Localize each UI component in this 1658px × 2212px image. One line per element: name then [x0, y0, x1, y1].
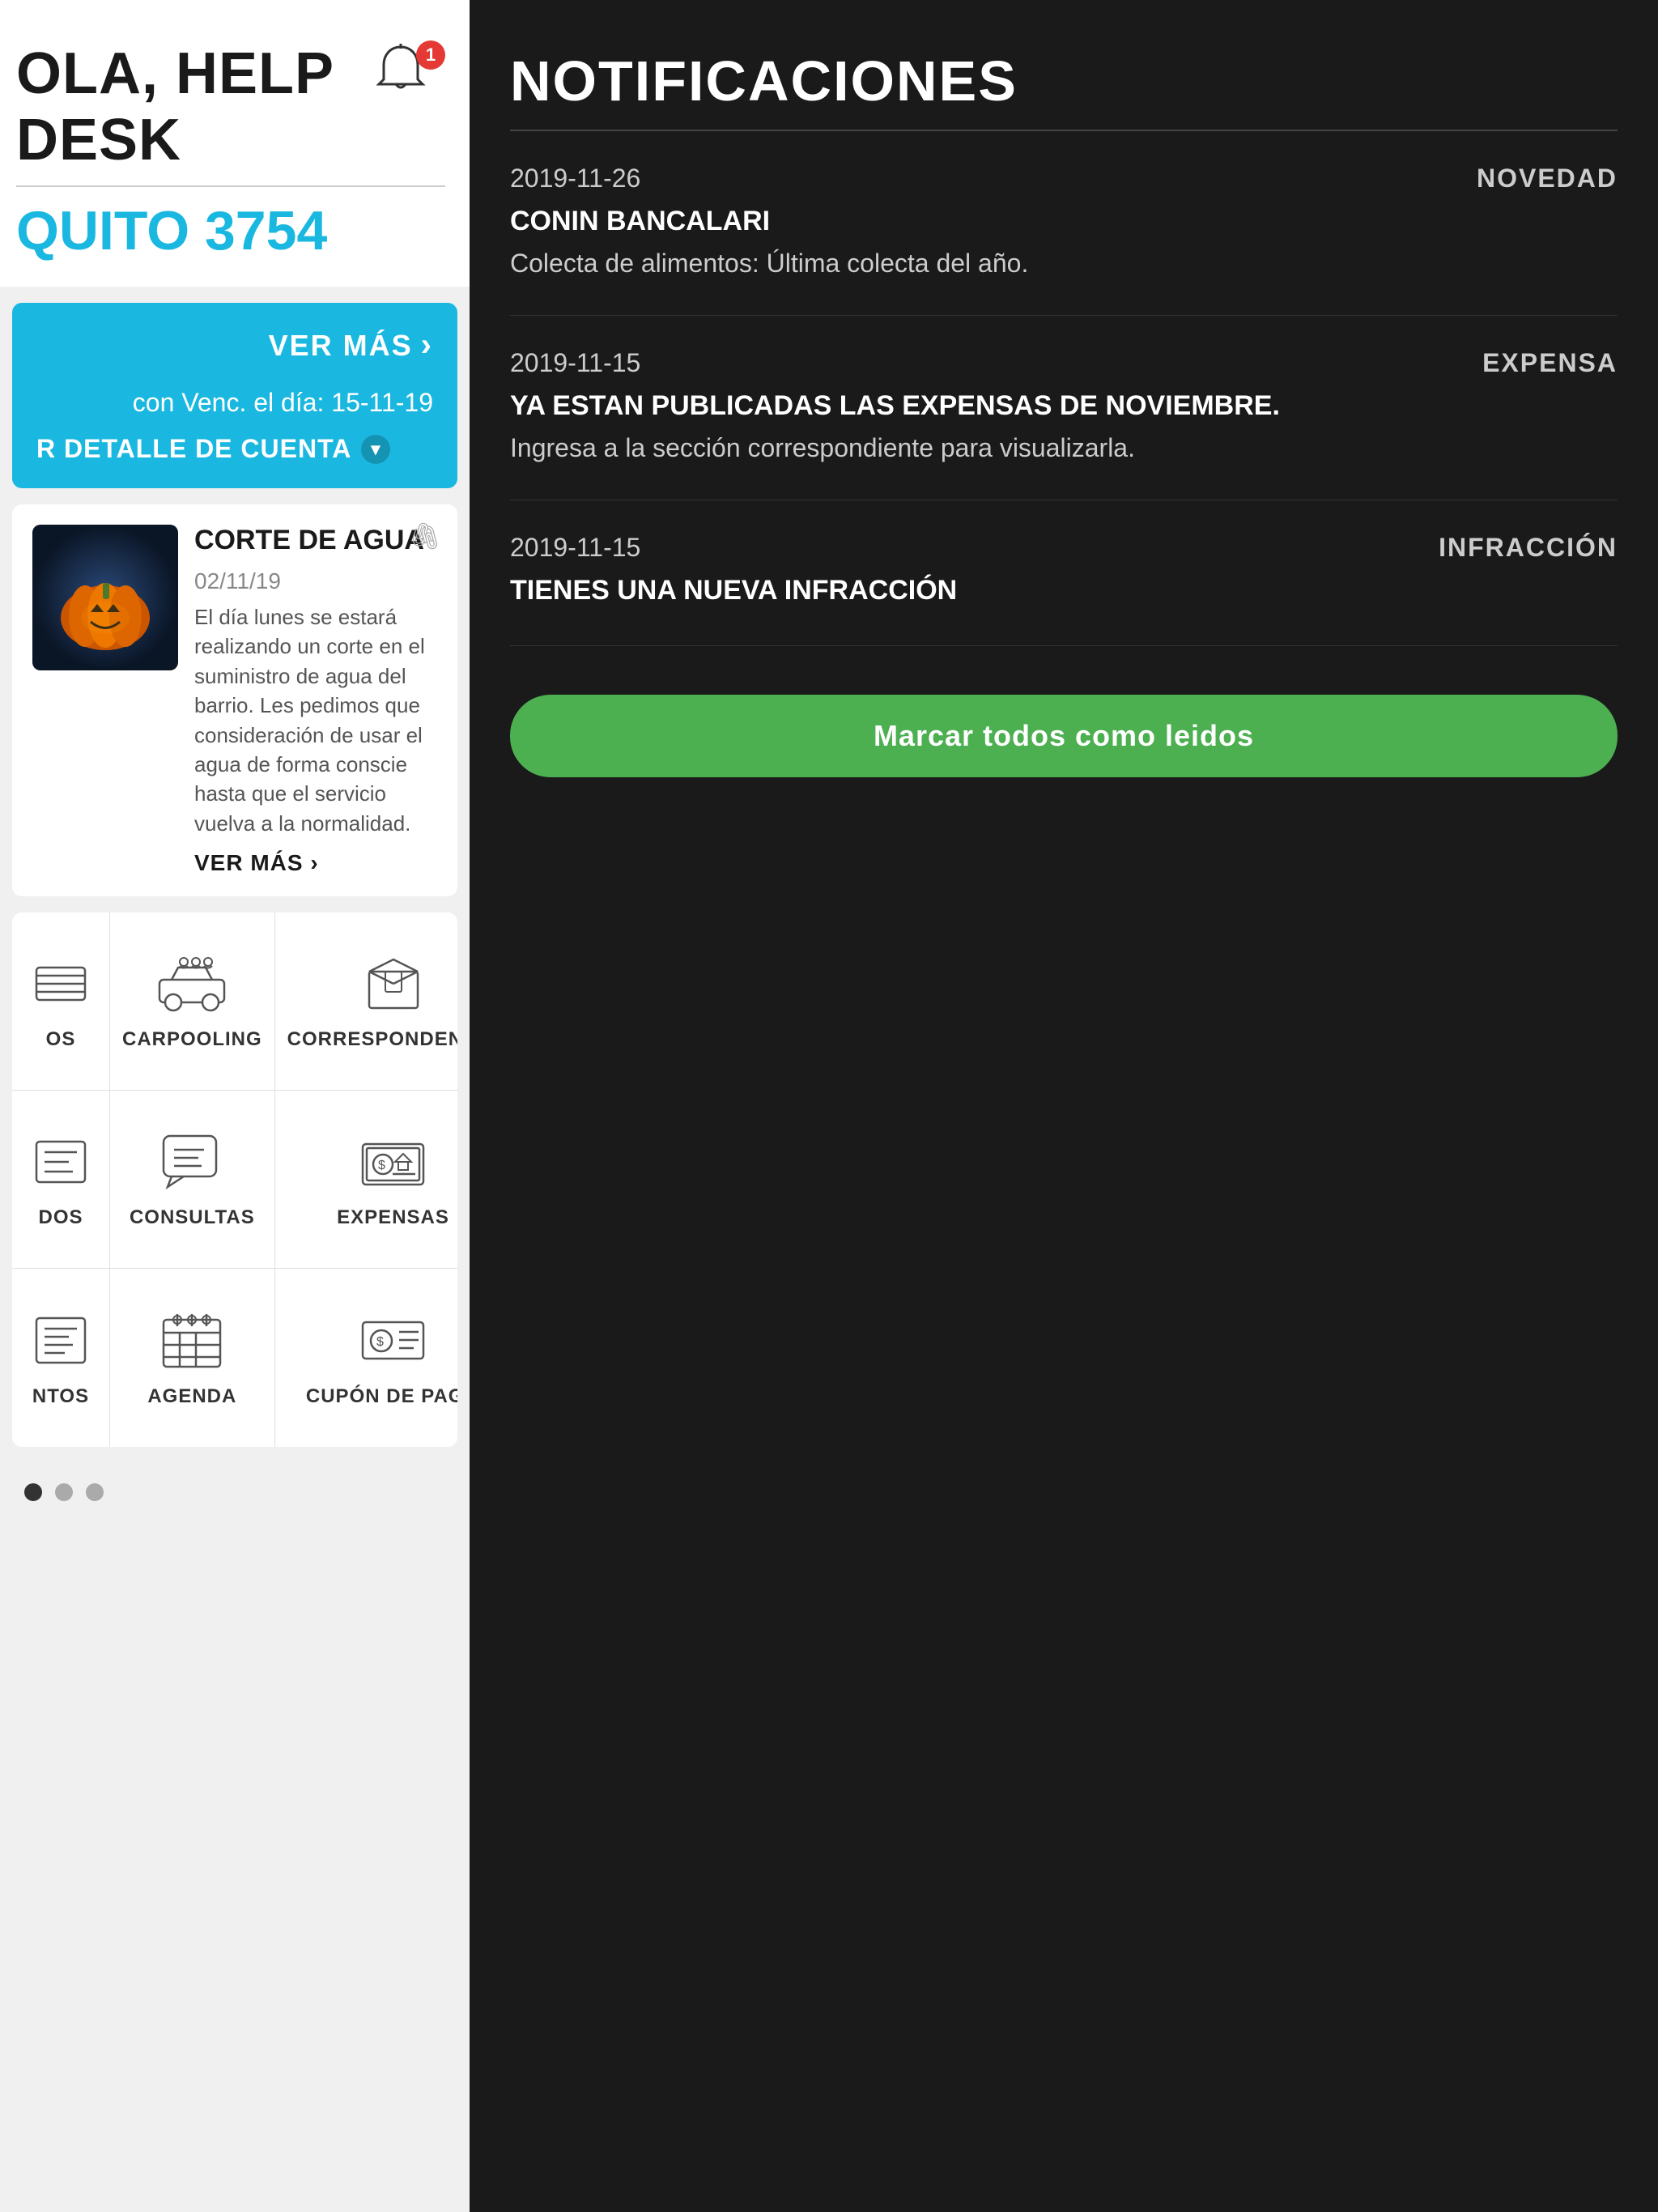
agenda-icon	[155, 1308, 228, 1373]
notification-meta-3: 2019-11-15 INFRACCIÓN	[510, 533, 1618, 563]
ntos-icon	[24, 1308, 97, 1373]
notification-item-1: 2019-11-26 NOVEDAD CONIN BANCALARI Colec…	[510, 164, 1618, 316]
notification-category-2: EXPENSA	[1482, 348, 1618, 378]
carpooling-icon	[155, 951, 228, 1016]
vencimiento-text: con Venc. el día: 15-11-19	[36, 388, 433, 418]
correspondencia-icon	[357, 951, 430, 1016]
os-icon	[24, 951, 97, 1016]
news-image	[32, 525, 178, 670]
menu-grid: OS	[12, 912, 457, 1447]
notification-category-3: INFRACCIÓN	[1439, 533, 1618, 563]
grid-label-agenda: AGENDA	[147, 1385, 236, 1408]
notification-meta-1: 2019-11-26 NOVEDAD	[510, 164, 1618, 194]
grid-item-dos[interactable]: DOS	[12, 1091, 110, 1269]
grid-item-correspondencia[interactable]: CORRESPONDENCIA	[275, 912, 457, 1091]
blue-card[interactable]: VER MÁS › con Venc. el día: 15-11-19 R D…	[12, 303, 457, 488]
news-date: 02/11/19	[194, 568, 437, 594]
notification-item-2: 2019-11-15 EXPENSA YA ESTAN PUBLICADAS L…	[510, 348, 1618, 500]
grid-label-cupon: CUPÓN DE PAGO	[306, 1385, 457, 1408]
notification-item-3: 2019-11-15 INFRACCIÓN TIENES UNA NUEVA I…	[510, 533, 1618, 646]
notification-meta-2: 2019-11-15 EXPENSA	[510, 348, 1618, 378]
chevron-down-icon: ▾	[361, 435, 390, 464]
notifications-title: NOTIFICACIONES	[510, 49, 1618, 113]
arrow-right-icon: ›	[310, 850, 318, 875]
notification-sender-2: YA ESTAN PUBLICADAS LAS EXPENSAS DE NOVI…	[510, 390, 1618, 422]
grid-item-carpooling[interactable]: CARPOOLING	[110, 912, 275, 1091]
cupon-icon: $	[357, 1308, 430, 1373]
notification-sender-1: CONIN BANCALARI	[510, 206, 1618, 237]
grid-label-consultas: CONSULTAS	[130, 1206, 255, 1229]
expensas-icon: $	[357, 1129, 430, 1194]
grid-container: OS	[12, 912, 457, 1447]
pagination-dot-1[interactable]	[24, 1483, 42, 1501]
news-body: El día lunes se estará realizando un cor…	[194, 602, 437, 838]
news-card: 🖇	[12, 504, 457, 896]
mark-all-button[interactable]: Marcar todos como leidos	[510, 695, 1618, 777]
grid-item-ntos[interactable]: NTOS	[12, 1269, 110, 1447]
notification-date-1: 2019-11-26	[510, 164, 640, 194]
grid-label-dos: DOS	[38, 1206, 83, 1229]
grid-item-agenda[interactable]: AGENDA	[110, 1269, 275, 1447]
notification-category-1: NOVEDAD	[1477, 164, 1618, 194]
notification-bell[interactable]: 1	[372, 40, 445, 113]
grid-label-correspondencia: CORRESPONDENCIA	[287, 1028, 457, 1051]
news-title: CORTE DE AGUA	[194, 525, 437, 556]
grid-item-cupon[interactable]: $ CUPÓN DE PAGO	[275, 1269, 457, 1447]
grid-label-expensas: EXPENSAS	[337, 1206, 449, 1229]
notification-date-3: 2019-11-15	[510, 533, 640, 563]
notification-message-1: Colecta de alimentos: Última colecta del…	[510, 244, 1618, 283]
arrow-icon: ›	[421, 327, 433, 364]
pagination	[0, 1463, 470, 1521]
detalle-cuenta[interactable]: R DETALLE DE CUENTA ▾	[36, 434, 433, 464]
grid-item-expensas[interactable]: $ EXPENSAS	[275, 1091, 457, 1269]
news-content: CORTE DE AGUA 02/11/19 El día lunes se e…	[194, 525, 437, 876]
notification-sender-3: TIENES UNA NUEVA INFRACCIÓN	[510, 575, 1618, 606]
svg-text:$: $	[376, 1335, 384, 1349]
grid-label-carpooling: CARPOOLING	[122, 1028, 262, 1051]
grid-item-os[interactable]: OS	[12, 912, 110, 1091]
dos-icon	[24, 1129, 97, 1194]
pagination-dot-3[interactable]	[86, 1483, 104, 1501]
ver-mas-button[interactable]: VER MÁS ›	[36, 327, 433, 364]
grid-label-ntos: NTOS	[32, 1385, 89, 1408]
attachment-icon: 🖇	[408, 521, 441, 551]
title-divider	[16, 185, 445, 187]
svg-text:$: $	[378, 1159, 385, 1172]
notifications-divider	[510, 130, 1618, 131]
header-area: OLA, HELP DESK QUITO 3754 1	[0, 0, 470, 287]
left-panel: OLA, HELP DESK QUITO 3754 1 VER MÁS › co…	[0, 0, 470, 2212]
pagination-dot-2[interactable]	[55, 1483, 73, 1501]
notification-message-2: Ingresa a la sección correspondiente par…	[510, 428, 1618, 467]
right-panel: NOTIFICACIONES 2019-11-26 NOVEDAD CONIN …	[470, 0, 1658, 2212]
notification-date-2: 2019-11-15	[510, 348, 640, 378]
bell-badge: 1	[416, 40, 445, 70]
grid-label-os: OS	[46, 1028, 76, 1051]
grid-item-consultas[interactable]: CONSULTAS	[110, 1091, 275, 1269]
apartment-number: QUITO 3754	[16, 199, 445, 262]
consultas-icon	[155, 1129, 228, 1194]
ver-mas-link[interactable]: VER MÁS ›	[194, 850, 437, 876]
